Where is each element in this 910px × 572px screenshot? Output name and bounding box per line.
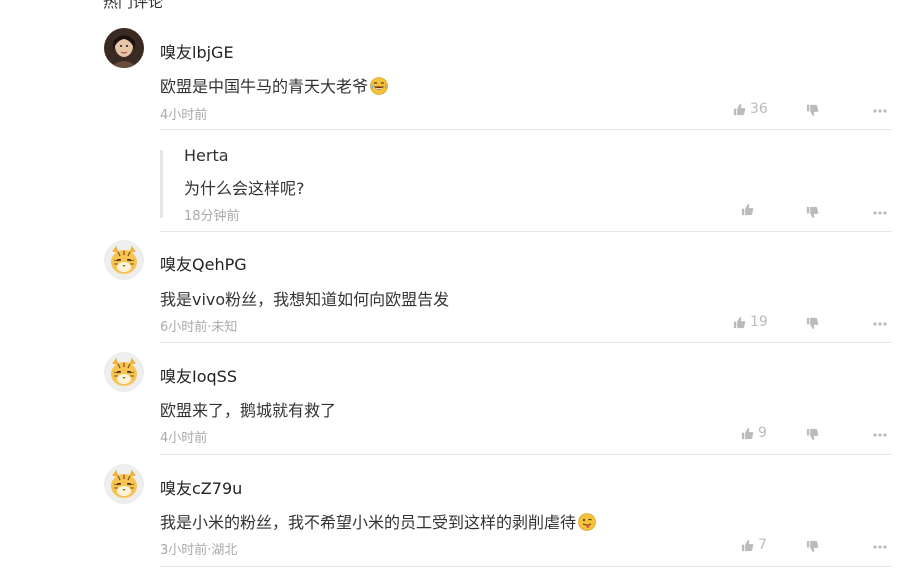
comment-username[interactable]: 嗅友cZ79u xyxy=(160,475,242,499)
like-count: 7 xyxy=(758,537,767,553)
dislike-button[interactable] xyxy=(806,317,819,330)
more-options-button[interactable] xyxy=(873,322,887,326)
avatar[interactable] xyxy=(104,240,144,280)
thumbs-down-icon xyxy=(806,428,819,441)
like-button[interactable]: 7 xyxy=(741,537,767,553)
comment-username[interactable]: 嗅友lbjGE xyxy=(160,39,234,63)
comment-actions: 9 xyxy=(0,425,910,445)
comment-content: 欧盟来了，鹅城就有救了 xyxy=(160,401,337,420)
avatar[interactable] xyxy=(104,352,144,392)
thumbs-up-icon xyxy=(741,539,754,551)
dislike-button[interactable] xyxy=(806,104,819,117)
like-count: 19 xyxy=(750,314,768,330)
more-options-button[interactable] xyxy=(873,109,887,113)
divider xyxy=(160,231,892,232)
more-options-button[interactable] xyxy=(873,545,887,549)
divider xyxy=(160,454,892,455)
thumbs-up-icon xyxy=(733,103,746,115)
tiger-avatar-icon xyxy=(104,352,144,392)
like-button[interactable]: 36 xyxy=(733,101,768,117)
dislike-button[interactable] xyxy=(806,540,819,553)
thumbs-up-icon xyxy=(733,316,746,328)
reply-actions xyxy=(0,203,910,223)
divider xyxy=(160,129,892,130)
more-options-button[interactable] xyxy=(873,433,887,437)
ellipsis-icon xyxy=(873,109,887,113)
ellipsis-icon xyxy=(873,211,887,215)
laughing-emoji-icon xyxy=(370,77,388,95)
divider xyxy=(160,342,892,343)
ellipsis-icon xyxy=(873,545,887,549)
comment-actions: 36 xyxy=(0,101,910,121)
avatar[interactable] xyxy=(104,464,144,504)
comment-text: 欧盟是中国牛马的青天大老爷 xyxy=(160,77,369,96)
comment-thread: 热门评论 嗅友lbjGE 欧盟是中国牛马的青天大老爷 4小时前 36 Herta… xyxy=(0,0,910,572)
like-count: 9 xyxy=(758,425,767,441)
ellipsis-icon xyxy=(873,322,887,326)
like-count: 36 xyxy=(750,101,768,117)
comment-actions: 19 xyxy=(0,314,910,334)
thumbs-up-icon xyxy=(741,203,754,216)
thumbs-down-icon xyxy=(806,540,819,553)
comment-username[interactable]: 嗅友IoqSS xyxy=(160,363,237,387)
tongue-out-emoji-icon xyxy=(578,513,596,531)
comment-actions: 7 xyxy=(0,537,910,557)
more-options-button[interactable] xyxy=(873,211,887,215)
divider xyxy=(160,566,892,567)
avatar[interactable] xyxy=(104,28,144,68)
thumbs-down-icon xyxy=(806,317,819,330)
like-button[interactable] xyxy=(741,203,754,216)
dislike-button[interactable] xyxy=(806,428,819,441)
comment-content: 我是小米的粉丝，我不希望小米的员工受到这样的剥削虐待 xyxy=(160,509,596,533)
section-heading-cut: 热门评论 xyxy=(103,0,164,11)
reply-username[interactable]: Herta xyxy=(184,146,229,165)
tiger-avatar-icon xyxy=(104,240,144,280)
comment-username[interactable]: 嗅友QehPG xyxy=(160,251,247,275)
like-button[interactable]: 9 xyxy=(741,425,767,441)
tiger-avatar-icon xyxy=(104,464,144,504)
comment-content: 我是vivo粉丝，我想知道如何向欧盟告发 xyxy=(160,290,450,309)
thumbs-down-icon xyxy=(806,104,819,117)
user-photo-icon xyxy=(104,28,144,68)
thumbs-up-icon xyxy=(741,427,754,439)
thumbs-down-icon xyxy=(806,206,819,219)
dislike-button[interactable] xyxy=(806,206,819,219)
comment-text: 我是小米的粉丝，我不希望小米的员工受到这样的剥削虐待 xyxy=(160,513,577,532)
comment-content: 欧盟是中国牛马的青天大老爷 xyxy=(160,73,388,97)
like-button[interactable]: 19 xyxy=(733,314,768,330)
reply-content: 为什么会这样呢? xyxy=(184,179,305,198)
ellipsis-icon xyxy=(873,433,887,437)
